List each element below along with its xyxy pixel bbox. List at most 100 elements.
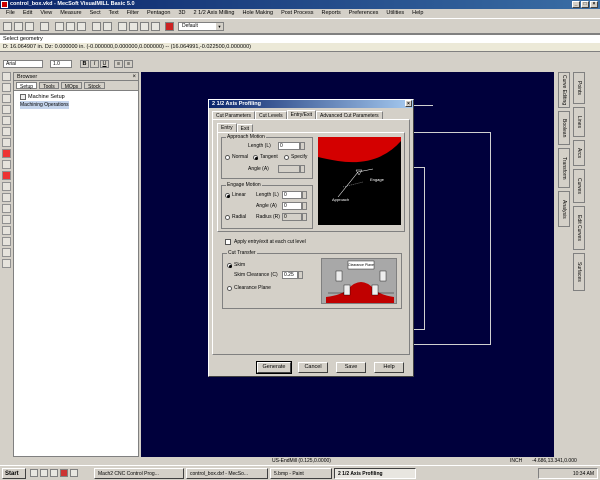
engage-angle-field[interactable]: 0 (282, 202, 302, 210)
engage-length-spinner[interactable] (302, 191, 307, 199)
pan-icon[interactable] (129, 22, 138, 31)
circle-icon[interactable] (2, 226, 11, 235)
generate-button[interactable]: Generate (256, 361, 292, 374)
tab-cut-parameters[interactable]: Cut Parameters (212, 111, 256, 119)
menu-help[interactable]: Help (412, 9, 423, 18)
rotate-icon[interactable] (140, 22, 149, 31)
quicklaunch-icon[interactable] (50, 469, 58, 477)
tab-curve-editing[interactable]: Curve Editing (558, 72, 570, 108)
menu-3d[interactable]: 3D (179, 9, 186, 18)
new-icon[interactable] (3, 22, 12, 31)
tab-stock[interactable]: Stock (84, 82, 105, 90)
approach-tangent-radio[interactable] (253, 155, 258, 160)
menu-sect[interactable]: Sect (90, 9, 101, 18)
task-paint[interactable]: 5.bmp - Paint (270, 468, 332, 479)
tab-advanced-cut-parameters[interactable]: Advanced Cut Parameters (316, 111, 383, 119)
approach-angle-field[interactable] (278, 165, 300, 173)
color-icon[interactable] (165, 22, 174, 31)
tab-edit-curves[interactable]: Edit Curves (573, 206, 585, 250)
task-mecsoft[interactable]: control_box.dxf - MecSo... (186, 468, 268, 479)
tab-entry-exit[interactable]: Entry/Exit (286, 110, 317, 119)
tab-arcs[interactable]: Arcs (573, 140, 585, 166)
print-icon[interactable] (40, 22, 49, 31)
skim-radio[interactable] (227, 263, 232, 268)
view-front-icon[interactable] (2, 116, 11, 125)
approach-angle-spinner[interactable] (300, 165, 305, 173)
skim-clearance-spinner[interactable] (298, 271, 303, 279)
wireframe-icon[interactable] (2, 160, 11, 169)
view-right-icon[interactable] (2, 127, 11, 136)
zoom-icon[interactable] (118, 22, 127, 31)
layer-combo[interactable]: Default ▼ (178, 22, 224, 31)
close-button[interactable]: × (590, 1, 598, 8)
zoom-window-icon[interactable] (2, 83, 11, 92)
cancel-button[interactable]: Cancel (298, 362, 328, 373)
approach-normal-radio[interactable] (225, 155, 230, 160)
tab-transform[interactable]: Transform (558, 148, 570, 188)
tab-setup[interactable]: Setup (16, 82, 38, 90)
tab-boolean[interactable]: Boolean (558, 111, 570, 145)
bold-button[interactable]: B (80, 60, 89, 68)
arc-icon[interactable] (2, 215, 11, 224)
tab-points[interactable]: Points (573, 72, 585, 104)
font-combo[interactable]: Arial (3, 60, 43, 68)
align-center-icon[interactable]: ≡ (124, 60, 133, 68)
tab-entry[interactable]: Entry (217, 123, 237, 132)
chevron-down-icon[interactable]: ▼ (216, 23, 223, 30)
tab-mops[interactable]: MOps (60, 82, 83, 90)
undo-icon[interactable] (92, 22, 101, 31)
minimize-button[interactable]: _ (572, 1, 580, 8)
menu-file[interactable]: File (6, 9, 15, 18)
close-icon[interactable]: × (405, 100, 412, 107)
font-size-combo[interactable]: 1.0 (50, 60, 72, 68)
task-mach2[interactable]: Mach2 CNC Control Prog... (94, 468, 184, 479)
apply-entry-exit-checkbox[interactable] (225, 239, 231, 245)
close-icon[interactable]: × (132, 73, 136, 81)
menu-2-5-axis[interactable]: 2 1/2 Axis Milling (194, 9, 235, 18)
start-button[interactable]: Start (2, 468, 26, 479)
approach-length-field[interactable]: 0 (278, 142, 300, 150)
quicklaunch-icon[interactable] (40, 469, 48, 477)
tab-exit[interactable]: Exit (236, 124, 254, 132)
rectangle-icon[interactable] (2, 248, 11, 257)
menu-view[interactable]: View (40, 9, 52, 18)
maximize-button[interactable]: □ (581, 1, 589, 8)
menu-filter[interactable]: Filter (127, 9, 139, 18)
save-icon[interactable] (25, 22, 34, 31)
menu-reports[interactable]: Reports (321, 9, 340, 18)
engage-radial-radio[interactable] (225, 215, 230, 220)
point-icon[interactable] (2, 193, 11, 202)
skim-clearance-field[interactable]: 0.25 (282, 271, 298, 279)
engage-linear-radio[interactable] (225, 193, 230, 198)
polygon-icon[interactable] (2, 259, 11, 268)
menu-utilities[interactable]: Utilities (386, 9, 404, 18)
underline-button[interactable]: U (100, 60, 109, 68)
menu-measure[interactable]: Measure (60, 9, 81, 18)
tab-surfaces[interactable]: Surfaces (573, 253, 585, 291)
tab-tools[interactable]: Tools (39, 82, 59, 90)
menu-post-process[interactable]: Post Process (281, 9, 313, 18)
select-icon[interactable] (2, 72, 11, 81)
quicklaunch-icon[interactable] (60, 469, 68, 477)
grid-icon[interactable] (2, 182, 11, 191)
cut-icon[interactable] (55, 22, 64, 31)
align-left-icon[interactable]: ≡ (114, 60, 123, 68)
quicklaunch-icon[interactable] (30, 469, 38, 477)
tab-curves[interactable]: Curves (573, 169, 585, 203)
engage-radius-spinner[interactable] (302, 213, 307, 221)
tree-item-machine-setup[interactable]: Machine Setup (20, 93, 132, 101)
approach-specify-radio[interactable] (284, 155, 289, 160)
redo-icon[interactable] (103, 22, 112, 31)
open-icon[interactable] (14, 22, 23, 31)
tab-analysis[interactable]: Analysis (558, 191, 570, 227)
paste-icon[interactable] (77, 22, 86, 31)
help-button[interactable]: Help (374, 362, 404, 373)
quicklaunch-icon[interactable] (70, 469, 78, 477)
view-iso-icon[interactable] (2, 138, 11, 147)
clearance-plane-radio[interactable] (227, 286, 232, 291)
tab-cut-levels[interactable]: Cut Levels (255, 111, 287, 119)
menu-preferences[interactable]: Preferences (349, 9, 379, 18)
tree-item-machining-operations[interactable]: Machining Operations (20, 101, 132, 109)
line-icon[interactable] (2, 204, 11, 213)
menu-pentagon[interactable]: Pentagon (147, 9, 171, 18)
